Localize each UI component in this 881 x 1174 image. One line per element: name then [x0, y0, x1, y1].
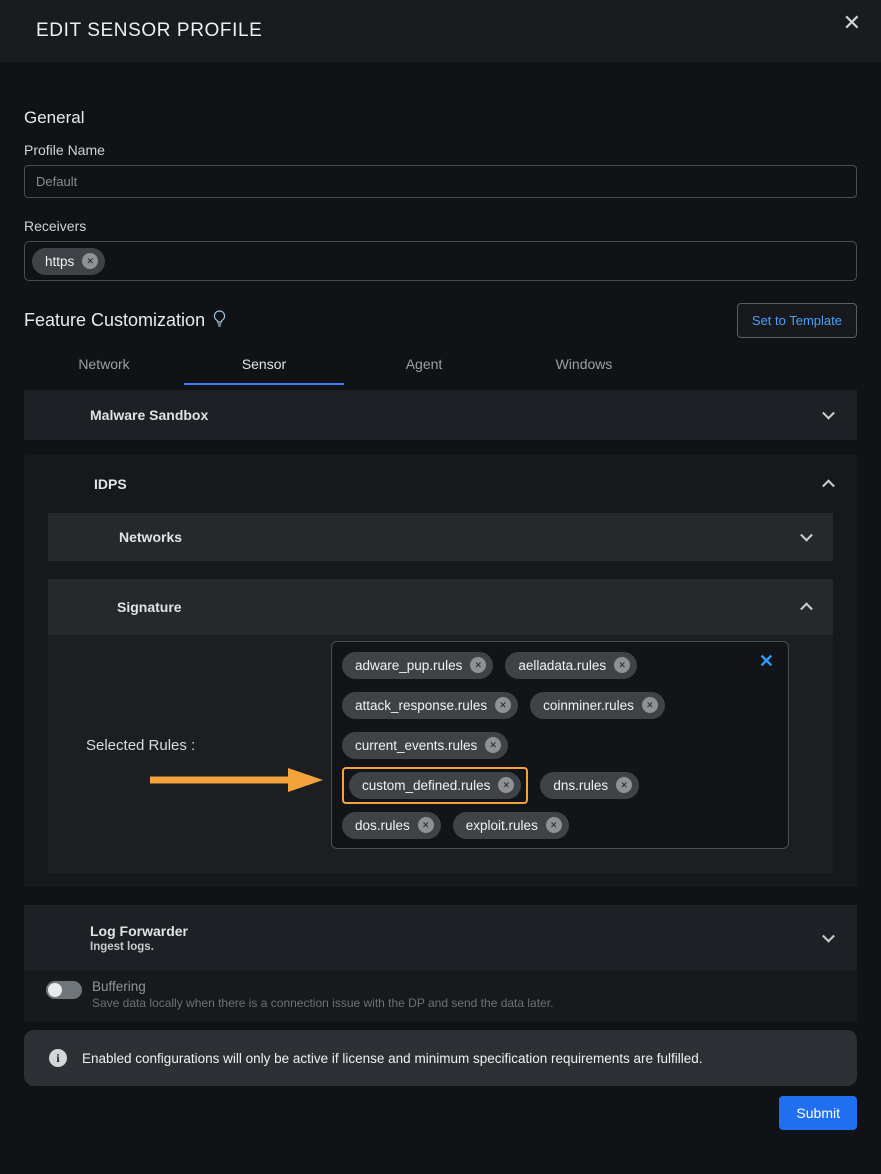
dialog-body: General Profile Name Receivers https ✕ F…	[0, 62, 881, 1154]
selected-rules-label: Selected Rules :	[86, 737, 331, 754]
tab-network[interactable]: Network	[24, 344, 184, 385]
receiver-chip: https ✕	[32, 248, 105, 275]
buffering-row: Buffering Save data locally when there i…	[24, 971, 857, 1021]
tab-windows[interactable]: Windows	[504, 344, 664, 385]
feature-tabs: Network Sensor Agent Windows	[24, 344, 857, 385]
rule-chip-label: attack_response.rules	[355, 698, 487, 713]
close-icon[interactable]: ✕	[843, 12, 861, 34]
profile-name-label: Profile Name	[24, 142, 857, 158]
remove-chip-icon[interactable]: ✕	[470, 657, 486, 673]
rule-chip: attack_response.rules ✕	[342, 692, 518, 719]
edit-sensor-profile-dialog: EDIT SENSOR PROFILE ✕ General Profile Na…	[0, 0, 881, 1174]
receiver-chip-label: https	[45, 254, 74, 269]
set-to-template-button[interactable]: Set to Template	[737, 303, 857, 338]
rules-row: custom_defined.rules ✕ dns.rules ✕	[342, 771, 778, 799]
remove-chip-icon[interactable]: ✕	[495, 697, 511, 713]
signature-label: Signature	[117, 599, 182, 615]
highlight-box-annotation: custom_defined.rules ✕	[342, 767, 528, 804]
remove-chip-icon[interactable]: ✕	[642, 697, 658, 713]
rule-chip: adware_pup.rules ✕	[342, 652, 493, 679]
rule-chip-label: current_events.rules	[355, 738, 477, 753]
submit-button[interactable]: Submit	[779, 1096, 857, 1130]
accordion-idps[interactable]: IDPS	[48, 455, 833, 513]
tab-agent[interactable]: Agent	[344, 344, 504, 385]
remove-chip-icon[interactable]: ✕	[418, 817, 434, 833]
tab-sensor[interactable]: Sensor	[184, 344, 344, 385]
general-section-title: General	[24, 108, 857, 128]
buffering-description: Save data locally when there is a connec…	[92, 996, 553, 1010]
remove-chip-icon[interactable]: ✕	[546, 817, 562, 833]
accordion-log-forwarder[interactable]: Log Forwarder Ingest logs.	[24, 905, 857, 971]
accordion-malware-sandbox[interactable]: Malware Sandbox	[24, 390, 857, 440]
remove-chip-icon[interactable]: ✕	[614, 657, 630, 673]
remove-chip-icon[interactable]: ✕	[82, 253, 98, 269]
dialog-footer: Submit	[24, 1096, 857, 1130]
receivers-input[interactable]: https ✕	[24, 241, 857, 281]
remove-chip-icon[interactable]: ✕	[498, 777, 514, 793]
lightbulb-icon	[213, 310, 226, 332]
rule-chip-label: coinminer.rules	[543, 698, 634, 713]
feature-customization-title-text: Feature Customization	[24, 310, 205, 331]
toggle-knob	[48, 983, 62, 997]
rule-chip-label: custom_defined.rules	[362, 778, 490, 793]
rule-chip-label: dns.rules	[553, 778, 608, 793]
dialog-header: EDIT SENSOR PROFILE ✕	[0, 0, 881, 62]
malware-sandbox-label: Malware Sandbox	[90, 407, 857, 423]
rule-chip: exploit.rules ✕	[453, 812, 569, 839]
selected-rules-input[interactable]: ✕ adware_pup.rules ✕ aelladata.rules ✕	[331, 641, 789, 849]
rules-row: current_events.rules ✕	[342, 731, 778, 759]
rules-row: dos.rules ✕ exploit.rules ✕	[342, 811, 778, 839]
rule-chip: current_events.rules ✕	[342, 732, 508, 759]
feature-customization-title: Feature Customization	[24, 310, 226, 332]
info-banner-text: Enabled configurations will only be acti…	[82, 1051, 703, 1066]
rule-chip-label: adware_pup.rules	[355, 658, 462, 673]
networks-label: Networks	[119, 529, 833, 545]
idps-label: IDPS	[94, 476, 127, 492]
rule-chip: aelladata.rules ✕	[505, 652, 637, 679]
chevron-up-icon	[800, 602, 813, 615]
rule-chip: dns.rules ✕	[540, 772, 639, 799]
log-forwarder-sublabel: Ingest logs.	[90, 941, 857, 953]
remove-chip-icon[interactable]: ✕	[485, 737, 501, 753]
rule-chip-label: aelladata.rules	[518, 658, 606, 673]
idps-panel: IDPS Networks Signature Selected Rules :…	[24, 455, 857, 887]
dialog-title: EDIT SENSOR PROFILE	[0, 20, 262, 42]
rule-chip-label: dos.rules	[355, 818, 410, 833]
info-banner: i Enabled configurations will only be ac…	[24, 1030, 857, 1086]
feature-customization-header: Feature Customization Set to Template	[24, 303, 857, 338]
rules-row: attack_response.rules ✕ coinminer.rules …	[342, 691, 778, 719]
rule-chip: coinminer.rules ✕	[530, 692, 665, 719]
profile-name-input[interactable]	[24, 165, 857, 198]
chevron-up-icon	[822, 479, 835, 492]
accordion-networks[interactable]: Networks	[48, 513, 833, 561]
buffering-text: Buffering Save data locally when there i…	[92, 979, 553, 1010]
remove-chip-icon[interactable]: ✕	[616, 777, 632, 793]
rule-chip-highlighted: custom_defined.rules ✕	[349, 772, 521, 799]
receivers-label: Receivers	[24, 218, 857, 234]
buffering-toggle[interactable]	[46, 981, 82, 999]
rules-row: adware_pup.rules ✕ aelladata.rules ✕	[342, 651, 778, 679]
clear-rules-icon[interactable]: ✕	[759, 652, 774, 670]
rule-chip-label: exploit.rules	[466, 818, 538, 833]
buffering-label: Buffering	[92, 979, 553, 994]
accordion-signature[interactable]: Signature	[48, 579, 833, 635]
log-forwarder-label: Log Forwarder	[90, 923, 857, 939]
signature-section: Signature Selected Rules : ✕ adware_pup.…	[48, 579, 833, 873]
signature-content: Selected Rules : ✕ adware_pup.rules ✕ ae…	[48, 635, 833, 849]
info-icon: i	[49, 1049, 67, 1067]
rule-chip: dos.rules ✕	[342, 812, 441, 839]
